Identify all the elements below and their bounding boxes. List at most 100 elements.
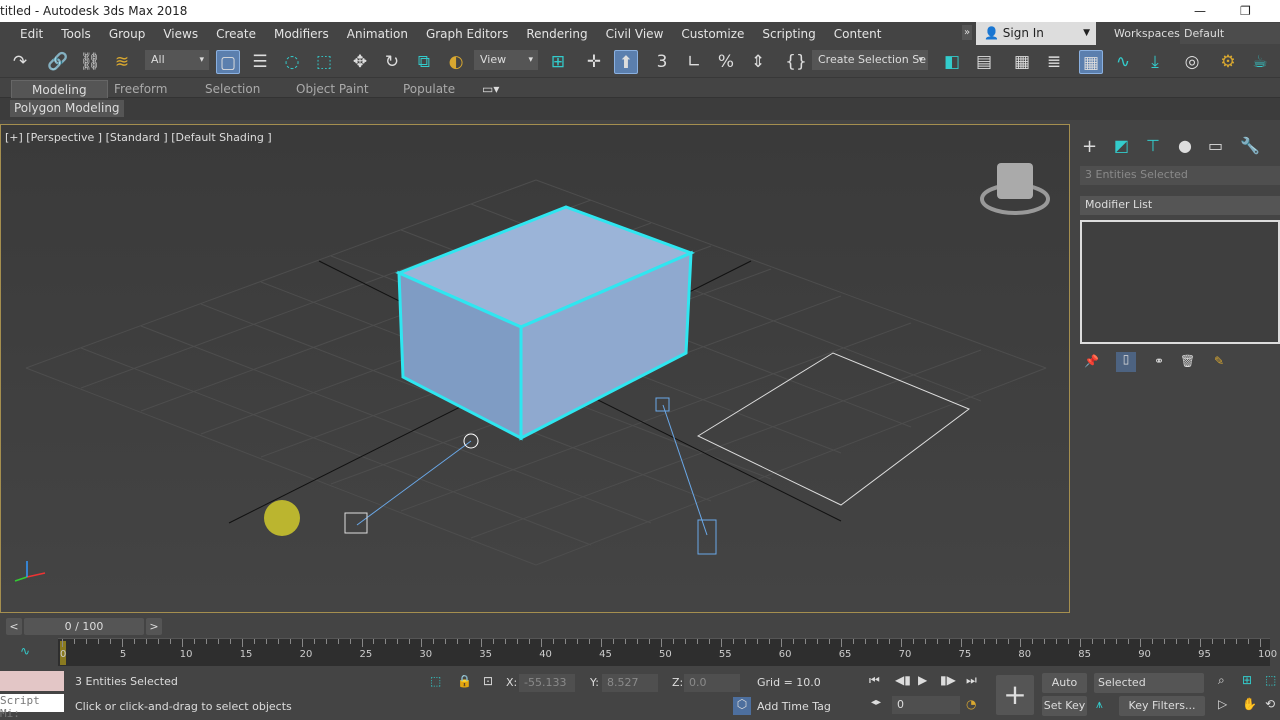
ribbon-toggle-icon[interactable]: ▦ (1079, 50, 1103, 74)
previous-frame-icon[interactable]: ◀▮ (895, 673, 911, 687)
menu-create[interactable]: Create (198, 27, 256, 41)
rendered-frame-icon[interactable]: ☕ (1248, 50, 1272, 74)
tab-selection[interactable]: Selection (205, 80, 260, 98)
menu-content[interactable]: Content (816, 27, 882, 41)
set-key-button[interactable]: Set Key (1042, 696, 1087, 716)
tab-object-paint[interactable]: Object Paint (296, 80, 369, 98)
curve-editor-icon[interactable]: ∿ (1111, 50, 1135, 74)
menu-rendering[interactable]: Rendering (508, 27, 587, 41)
bind-space-warp-icon[interactable]: ≋ (110, 50, 134, 74)
mirror-icon[interactable]: ◧ (940, 50, 964, 74)
menu-group[interactable]: Group (91, 27, 146, 41)
edit-named-selection-icon[interactable]: {} (784, 50, 808, 74)
create-tab-icon[interactable]: + (1082, 136, 1097, 157)
menu-edit[interactable]: Edit (0, 27, 43, 41)
set-key-icon[interactable]: + (996, 675, 1034, 715)
configure-modifier-sets-icon[interactable]: ✎ (1214, 354, 1224, 368)
scale-icon[interactable]: ⧉ (412, 50, 436, 74)
z-coordinate-field[interactable]: 0.0 (684, 674, 740, 692)
show-end-result-icon[interactable]: ▯ (1116, 352, 1136, 372)
lasso-selection-icon[interactable]: ◌ (280, 50, 304, 74)
percent-snap-icon[interactable]: % (714, 50, 738, 74)
modifier-stack[interactable] (1080, 220, 1280, 344)
select-manipulate-icon[interactable]: ✛ (582, 50, 606, 74)
tab-populate[interactable]: Populate (403, 80, 455, 98)
material-editor-icon[interactable]: ◎ (1180, 50, 1204, 74)
select-object-icon[interactable]: ▢ (216, 50, 240, 74)
key-mode-toggle-icon[interactable]: ◂▸ (871, 697, 881, 708)
modifier-list-dropdown[interactable]: Modifier List (1080, 196, 1280, 215)
field-of-view-icon[interactable]: ▷ (1218, 697, 1227, 711)
restore-button[interactable]: ❐ (1240, 0, 1251, 22)
hierarchy-tab-icon[interactable]: ⊤ (1146, 136, 1160, 155)
zoom-extents-icon[interactable]: ⬚ (1265, 673, 1276, 687)
menu-animation[interactable]: Animation (329, 27, 408, 41)
time-tag-icon[interactable]: ⬡ (733, 697, 751, 715)
placement-icon[interactable]: ◐ (444, 50, 468, 74)
modify-tab-icon[interactable]: ◩ (1114, 136, 1129, 155)
schematic-view-icon[interactable]: ⤓ (1143, 50, 1167, 74)
sign-in-button[interactable]: 👤 Sign In ▼ (976, 22, 1096, 45)
move-icon[interactable]: ✥ (348, 50, 372, 74)
perspective-viewport[interactable]: [+] [Perspective ] [Standard ] [Default … (0, 124, 1070, 613)
go-to-start-icon[interactable]: ⏮ (869, 673, 880, 688)
pivot-center-icon[interactable]: ⊞ (546, 50, 570, 74)
mini-curve-editor-icon[interactable]: ∿ (20, 644, 30, 658)
polygon-modeling-panel[interactable]: Polygon Modeling (10, 100, 124, 117)
go-to-end-icon[interactable]: ⏭ (966, 673, 977, 688)
y-coordinate-field[interactable]: 8.527 (602, 674, 658, 692)
menu-tools[interactable]: Tools (43, 27, 91, 41)
play-icon[interactable]: ▶ (918, 673, 927, 687)
default-tangents-icon[interactable]: ⩚ (1096, 697, 1103, 712)
time-next-button[interactable]: > (146, 618, 162, 635)
snaps-toggle-icon[interactable]: 3 (650, 50, 674, 74)
selection-filter-dropdown[interactable]: All (145, 50, 209, 70)
tab-modeling[interactable]: Modeling (11, 80, 108, 98)
unlink-icon[interactable]: ⛓ (78, 50, 102, 74)
selection-lock-icon[interactable]: 🔒 (457, 674, 472, 688)
workspace-select[interactable]: Default (1180, 23, 1280, 44)
rotate-icon[interactable]: ↻ (380, 50, 404, 74)
menu-customize[interactable]: Customize (663, 27, 744, 41)
keyboard-shortcut-override-icon[interactable]: ⬆ (614, 50, 638, 74)
auto-key-button[interactable]: Auto Key (1042, 673, 1087, 709)
ribbon-options-icon[interactable]: ▭▾ (482, 80, 499, 98)
select-by-name-icon[interactable]: ☰ (248, 50, 272, 74)
spinner-snap-icon[interactable]: ⇕ (746, 50, 770, 74)
key-mode-dropdown[interactable]: Selected (1094, 673, 1204, 693)
x-coordinate-field[interactable]: -55.133 (519, 674, 575, 692)
menu-views[interactable]: Views (145, 27, 198, 41)
orbit-icon[interactable]: ⟲ (1265, 697, 1275, 711)
object-name-field[interactable]: 3 Entities Selected (1080, 166, 1280, 185)
align-icon[interactable]: ▤ (972, 50, 996, 74)
angle-snap-icon[interactable]: ∟ (682, 50, 706, 74)
remove-modifier-icon[interactable]: 🗑 (1180, 354, 1195, 368)
track-bar[interactable]: 0 5 10 15 20 25 30 35 40 45 50 55 60 65 70 75 80 85 90 95 10… (58, 638, 1277, 666)
named-selection-dropdown[interactable]: Create Selection Se (812, 50, 928, 70)
tab-freeform[interactable]: Freeform (114, 80, 167, 98)
current-frame-field[interactable]: 0 (892, 696, 960, 714)
render-setup-icon[interactable]: ⚙ (1216, 50, 1240, 74)
time-prev-button[interactable]: < (6, 618, 22, 635)
zoom-all-icon[interactable]: ⊞ (1242, 673, 1252, 687)
maxscript-mini-input[interactable]: Script Mi: (0, 694, 64, 720)
next-frame-icon[interactable]: ▮▶ (940, 673, 956, 687)
utilities-tab-icon[interactable]: 🔧 (1240, 136, 1260, 155)
motion-tab-icon[interactable]: ● (1178, 136, 1192, 155)
layer-explorer-icon[interactable]: ≣ (1042, 50, 1066, 74)
menu-overflow[interactable]: » (962, 25, 973, 40)
menu-scripting[interactable]: Scripting (744, 27, 815, 41)
reference-coordinate-dropdown[interactable]: View (474, 50, 538, 70)
window-crossing-icon[interactable]: ⬚ (312, 50, 336, 74)
scene-explorer-icon[interactable]: ▦ (1010, 50, 1034, 74)
menu-civil-view[interactable]: Civil View (588, 27, 664, 41)
add-time-tag-button[interactable]: Add Time Tag (757, 700, 831, 713)
menu-graph-editors[interactable]: Graph Editors (408, 27, 508, 41)
make-unique-icon[interactable]: ⚭ (1154, 354, 1164, 368)
time-configuration-icon[interactable]: ◔ (966, 697, 976, 711)
key-filters-button[interactable]: Key Filters... (1119, 696, 1205, 716)
menu-modifiers[interactable]: Modifiers (256, 27, 329, 41)
minimize-button[interactable]: — (1194, 0, 1206, 22)
time-slider[interactable]: 0 / 100 (24, 618, 144, 635)
redo-icon[interactable]: ↷ (8, 50, 32, 74)
